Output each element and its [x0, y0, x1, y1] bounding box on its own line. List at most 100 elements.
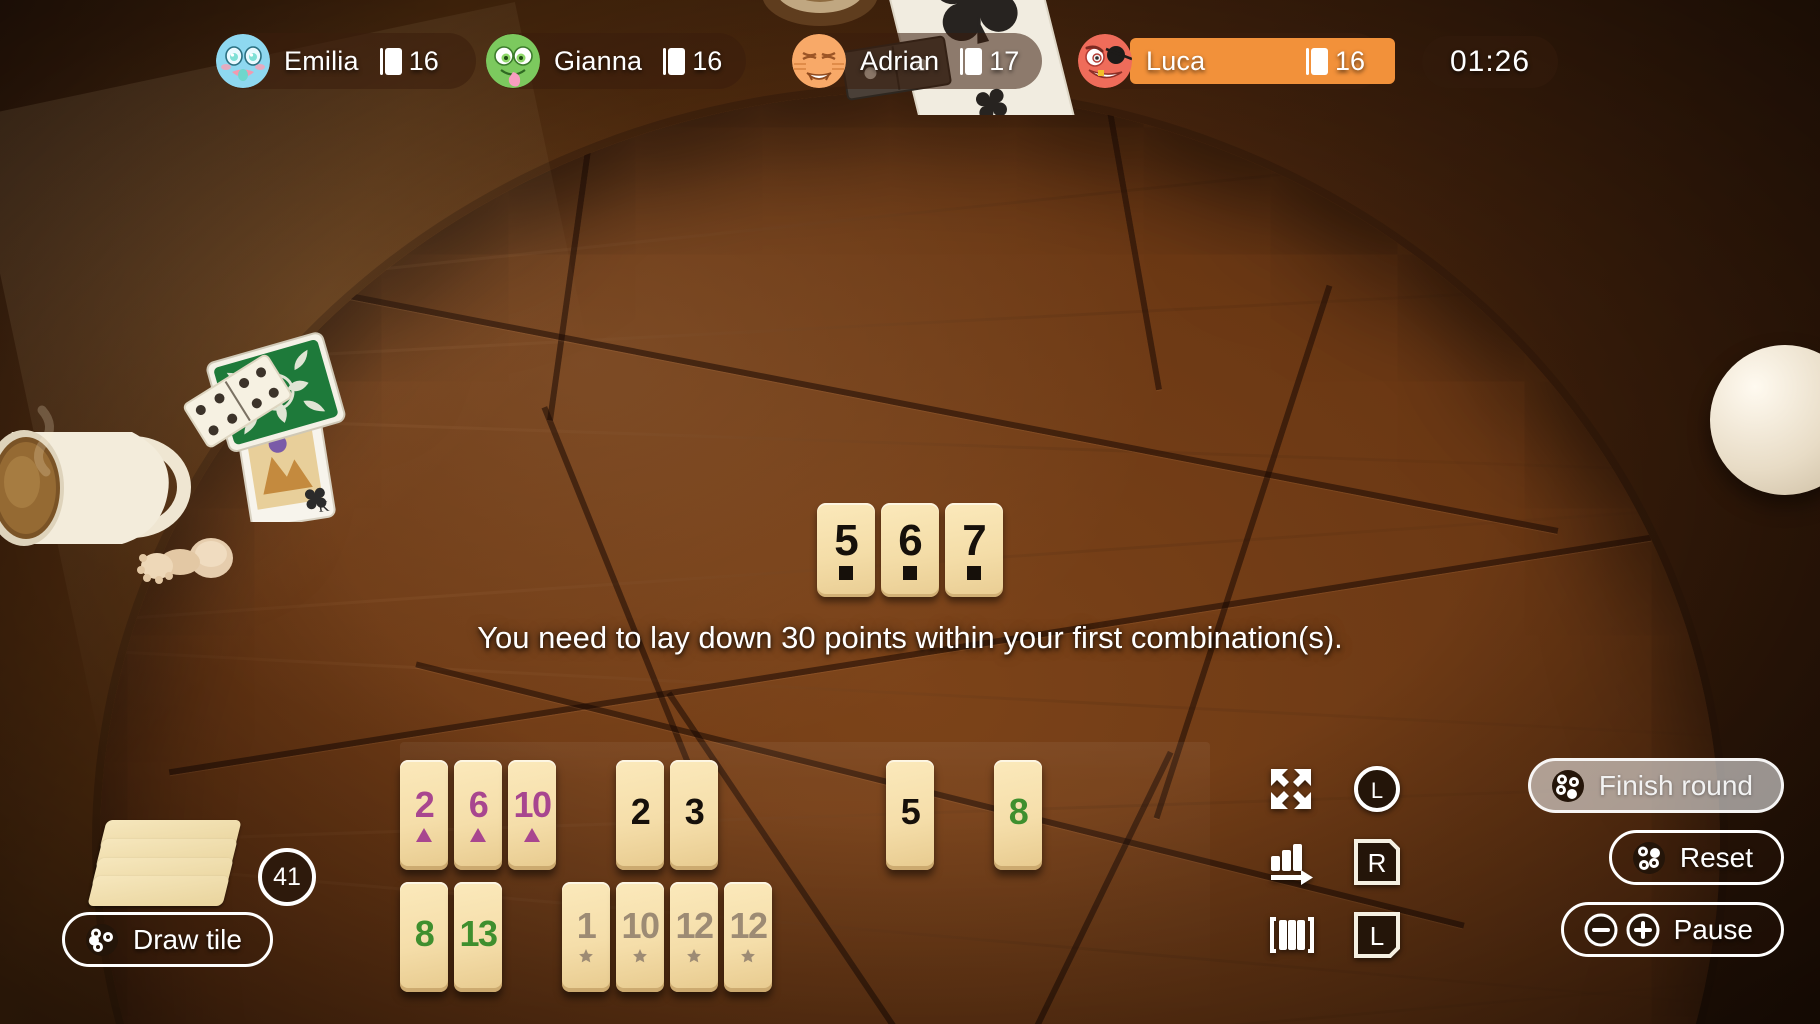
luca-avatar-icon	[1078, 34, 1132, 88]
board-combination[interactable]: 567	[817, 503, 1003, 597]
player-chip: Luca 16	[1078, 33, 1395, 89]
player-badge-adrian: Adrian 17	[792, 33, 1042, 89]
star-symbol-icon	[632, 948, 648, 965]
player-badge-emilia: Emilia 16	[216, 33, 476, 89]
hand-tile[interactable]: 13	[454, 882, 502, 992]
hand-tile-value: 8	[414, 913, 435, 955]
game-message-text: You need to lay down 30 points within yo…	[477, 620, 1343, 655]
player-tile-count: 16	[379, 45, 439, 77]
rack-slot[interactable]: 2	[400, 760, 448, 872]
board-tile[interactable]: 5	[817, 503, 875, 597]
player-tile-count-value: 17	[989, 45, 1020, 76]
hand-tile-value: 12	[729, 905, 768, 947]
hand-tile[interactable]: 2	[400, 760, 448, 870]
board-tile[interactable]: 6	[881, 503, 939, 597]
emilia-avatar-icon	[216, 34, 270, 88]
player-chip: Emilia 16	[216, 33, 476, 89]
svg-text:R: R	[1368, 848, 1387, 878]
player-tile-count-value: 16	[1334, 45, 1365, 76]
toggle-l-circle-icon[interactable]: L	[1349, 761, 1405, 817]
rack-empty-slot	[724, 760, 772, 872]
decor-sphere	[1710, 345, 1820, 495]
rack-slot[interactable]: 12	[670, 882, 718, 994]
rack-slot[interactable]: 2	[616, 760, 664, 872]
rack-row-0[interactable]: 2 6 10 2 3 5 8	[400, 760, 1048, 872]
tile-stack-icon	[960, 47, 983, 75]
dice-icon	[1632, 841, 1666, 875]
svg-text:L: L	[1370, 921, 1384, 951]
round-timer: 01:26	[1422, 36, 1558, 88]
triangle-symbol-icon	[416, 827, 432, 842]
draw-tile-button[interactable]: Draw tile	[62, 912, 273, 967]
sort-tiles-icon[interactable]	[1263, 834, 1319, 890]
tile-stack-icon	[663, 47, 686, 75]
action-buttons[interactable]: Finish round Reset Pause	[1527, 758, 1784, 957]
player-chip: Gianna 16	[486, 33, 746, 89]
hand-tile[interactable]: 12	[670, 882, 718, 992]
player-name: Adrian	[860, 45, 940, 76]
hand-tile[interactable]: 10	[508, 760, 556, 870]
rack-slot[interactable]: 1	[562, 882, 610, 994]
rack-empty-slot	[832, 760, 880, 872]
key-r-icon[interactable]: R	[1349, 834, 1405, 890]
tile-stack-icon	[1305, 47, 1328, 75]
rack-tools[interactable]: L R L	[1248, 752, 1420, 971]
svg-text:L: L	[1371, 778, 1383, 803]
rack-slot[interactable]: 10	[616, 882, 664, 994]
reset-button[interactable]: Reset	[1608, 830, 1784, 885]
player-badge-gianna: Gianna 16	[486, 33, 746, 89]
rack-slot[interactable]: 8	[994, 760, 1042, 872]
pause-label: Pause	[1673, 913, 1753, 945]
hand-tile[interactable]: 8	[400, 882, 448, 992]
hand-tile[interactable]: 8	[994, 760, 1042, 870]
rack-slot[interactable]: 5	[886, 760, 934, 872]
rack-empty-slot	[940, 760, 988, 872]
expand-icon[interactable]	[1263, 761, 1319, 817]
player-tile-count-value: 16	[692, 45, 723, 76]
rack-slot[interactable]: 8	[400, 882, 448, 994]
draw-pile-count-value: 41	[273, 862, 301, 891]
star-symbol-icon	[578, 948, 594, 965]
board-tile-value: 6	[898, 516, 923, 566]
hand-tile[interactable]: 2	[616, 760, 664, 870]
key-l-icon[interactable]: L	[1349, 907, 1405, 963]
rack-empty-slot	[508, 882, 556, 994]
hand-tile-value: 5	[900, 791, 921, 833]
draw-pile[interactable]	[87, 820, 245, 910]
pause-button[interactable]: Pause	[1560, 902, 1784, 957]
finish-round-label: Finish round	[1598, 769, 1753, 801]
minus-icon[interactable]	[1584, 913, 1618, 947]
rack-slot[interactable]: 6	[454, 760, 502, 872]
hand-tile[interactable]: 6	[454, 760, 502, 870]
plus-icon[interactable]	[1626, 913, 1660, 947]
rack-empty-slot	[562, 760, 610, 872]
hand-tile[interactable]: 10	[616, 882, 664, 992]
hand-tile[interactable]: 5	[886, 760, 934, 870]
board-tile-value: 7	[962, 516, 987, 566]
hand-tile[interactable]: 3	[670, 760, 718, 870]
hand-tile[interactable]: 12	[724, 882, 772, 992]
group-tiles-icon[interactable]	[1263, 907, 1319, 963]
player-tile-count-value: 16	[408, 45, 439, 76]
tile-stack-icon	[379, 47, 402, 75]
rack-slot[interactable]: 12	[724, 882, 772, 994]
rack-row-1[interactable]: 8 13 1 10 12 12	[400, 882, 778, 994]
finish-round-button[interactable]: Finish round	[1527, 758, 1784, 813]
board-tile[interactable]: 7	[945, 503, 1003, 597]
player-tile-count: 16	[1305, 45, 1365, 77]
player-chip: Adrian 17	[792, 33, 1042, 89]
player-rack[interactable]: 2 6 10 2 3 5 8 8 13 1 10 12 12	[400, 742, 1210, 1024]
rack-slot[interactable]: 3	[670, 760, 718, 872]
hand-tile[interactable]: 1	[562, 882, 610, 992]
square-symbol-icon	[967, 565, 981, 580]
rack-slot[interactable]: 10	[508, 760, 556, 872]
rack-slot[interactable]: 13	[454, 882, 502, 994]
game-message: You need to lay down 30 points within yo…	[0, 620, 1820, 656]
triangle-symbol-icon	[524, 827, 540, 842]
reset-label: Reset	[1679, 841, 1753, 873]
player-tile-count: 16	[663, 45, 723, 77]
hand-tile-value: 8	[1008, 791, 1029, 833]
player-name: Emilia	[284, 45, 359, 76]
hand-tile-value: 13	[459, 913, 498, 955]
gianna-avatar-icon	[486, 34, 540, 88]
